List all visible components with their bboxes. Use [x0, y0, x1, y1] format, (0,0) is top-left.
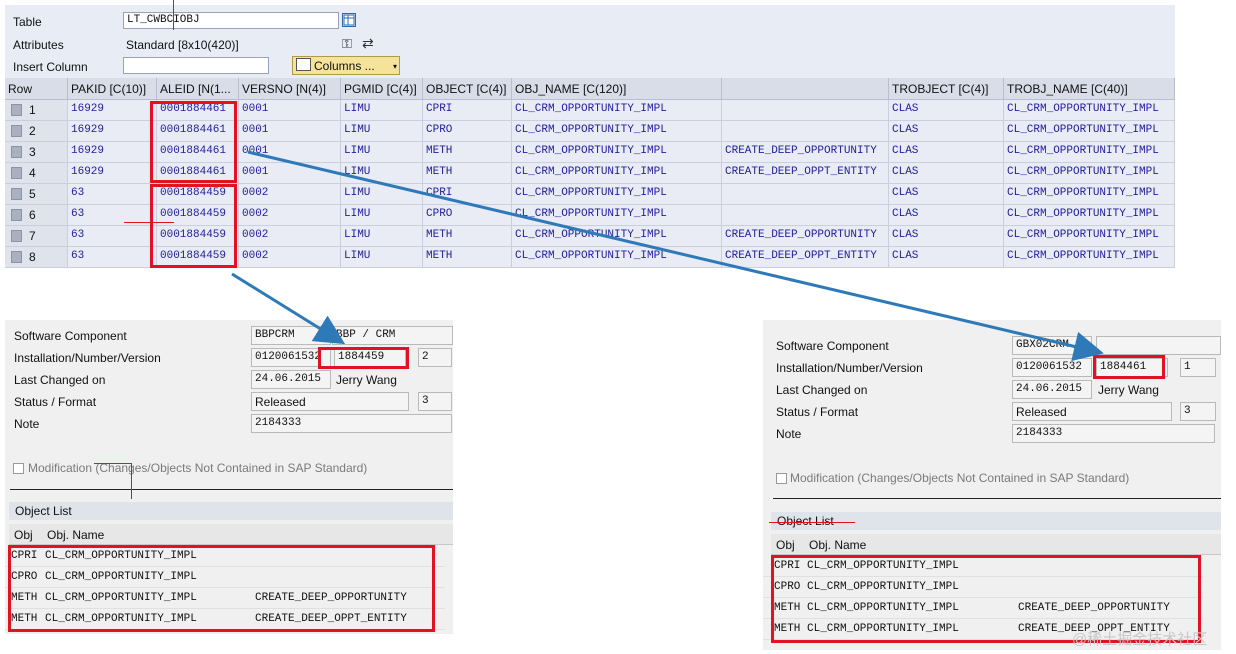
watermark-text: @稀土掘金技术社区 — [1072, 631, 1208, 648]
arrow-to-right-panel — [247, 150, 1104, 362]
arrow-to-left-panel — [231, 272, 346, 345]
annotation-arrows — [231, 150, 1104, 362]
